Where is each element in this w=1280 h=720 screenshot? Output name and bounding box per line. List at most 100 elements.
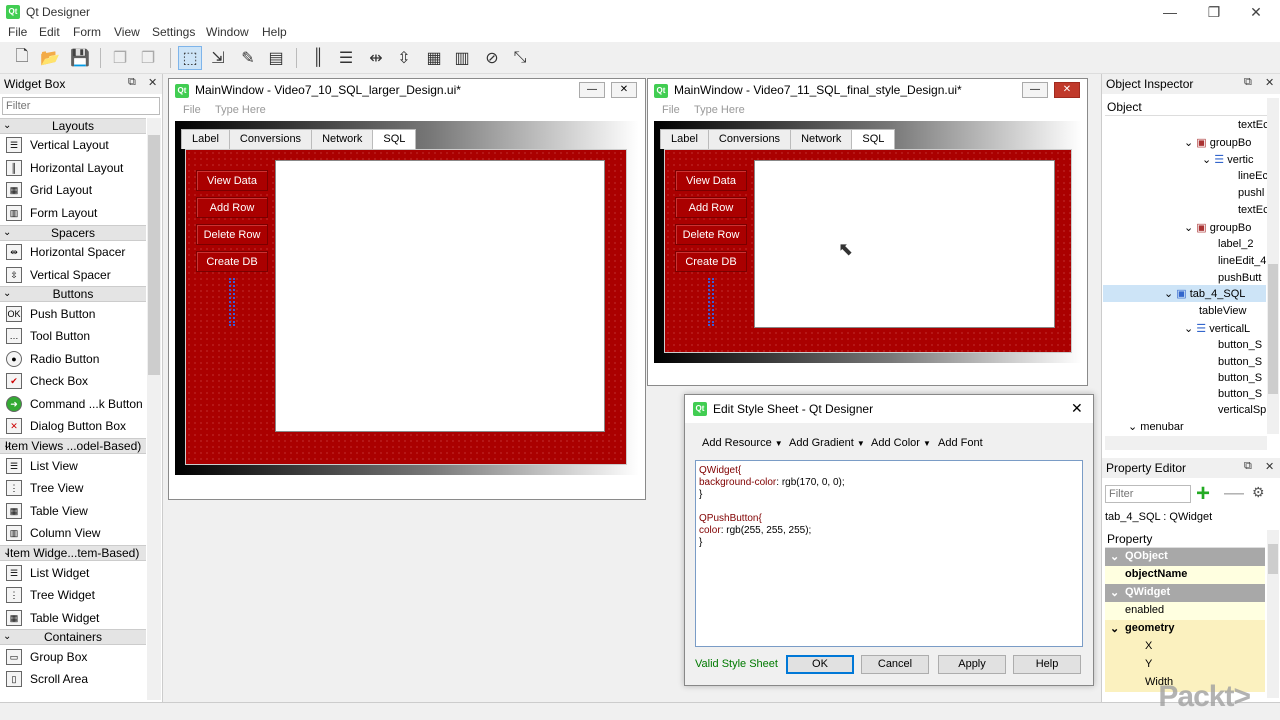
property-group-qobject[interactable]: ⌄ QObject [1105,548,1265,566]
add-gradient-menu[interactable]: Add Gradient ▼ [789,437,865,449]
widget-tool-button[interactable]: … Tool Button [4,326,146,346]
layout-vertical-icon[interactable]: ☰ [334,46,358,70]
property-filter-input[interactable] [1105,485,1191,503]
widget-tree-view[interactable]: ⋮ Tree View [4,478,146,498]
save-icon[interactable]: 💾 [68,46,92,70]
widget-tree-widget[interactable]: ⋮ Tree Widget [4,585,146,605]
close-icon[interactable]: ✕ [1071,400,1083,417]
tree-row[interactable]: verticalSp [1218,404,1266,416]
form-menu-type-here[interactable]: Type Here [694,104,745,122]
tab-sql[interactable]: SQL [851,129,896,149]
category-item-widgets[interactable]: ⌄ Item Widge...tem-Based) [0,545,146,561]
minimize-icon[interactable]: — [1150,2,1190,22]
tree-row[interactable]: button_S [1218,339,1262,351]
layout-grid-icon[interactable]: ▦ [422,46,446,70]
delete-row-button[interactable]: Delete Row [675,224,747,245]
restore-icon[interactable]: ❐ [1194,2,1234,22]
form-menu-file[interactable]: File [183,104,201,122]
widget-scroll-area[interactable]: ▯ Scroll Area [4,669,146,689]
edit-buddies-icon[interactable]: ✎ [236,46,260,70]
new-file-icon[interactable]: 🗋 [10,46,34,70]
tree-row[interactable]: ⌄ ▣ groupBo [1184,136,1251,149]
delete-row-button[interactable]: Delete Row [196,224,268,245]
layout-horizontal-icon[interactable]: ║ [306,46,330,70]
tab-network[interactable]: Network [311,129,374,149]
tree-row[interactable]: textEc [1238,204,1269,216]
add-dynamic-property-icon[interactable]: + [1196,480,1210,508]
scrollbar-thumb[interactable] [1268,544,1278,574]
tree-row[interactable]: ⌄ ☰ vertic [1202,153,1254,166]
scrollbar-thumb[interactable] [148,135,160,375]
close-icon[interactable]: ✕ [1265,76,1274,89]
menu-form[interactable]: Form [73,25,101,39]
widget-vertical-layout[interactable]: ☰ Vertical Layout [4,135,146,155]
tree-row[interactable]: pushl [1238,187,1264,199]
category-buttons[interactable]: ⌄ Buttons [0,286,146,302]
tree-row[interactable]: ⌄ menubar [1128,420,1184,433]
widget-command-link-button[interactable]: ➜ Command ...k Button [4,394,146,414]
tab-sql[interactable]: SQL [372,129,417,149]
property-geometry[interactable]: ⌄ geometry [1105,620,1265,638]
close-icon[interactable]: ✕ [148,76,157,89]
category-layouts[interactable]: ⌄ Layouts [0,118,146,134]
break-layout-icon[interactable]: ⊘ [480,46,504,70]
tree-row-selected[interactable]: ⌄ ▣ tab_4_SQL [1164,287,1245,300]
float-icon[interactable]: ⧉ [1244,460,1252,473]
tree-row[interactable]: button_S [1218,372,1262,384]
form-menu-type-here[interactable]: Type Here [215,104,266,122]
property-object-name[interactable]: objectName [1105,566,1265,584]
menu-settings[interactable]: Settings [152,25,195,39]
tree-row[interactable]: ⌄ ▣ groupBo [1184,221,1251,234]
property-enabled[interactable]: enabled [1105,602,1265,620]
vertical-spacer[interactable] [708,278,714,326]
widget-filter-input[interactable] [2,97,160,115]
tab-conversions[interactable]: Conversions [707,129,792,149]
table-view[interactable] [275,160,605,432]
adjust-size-icon[interactable]: ⤡ [508,46,532,70]
widget-grid-layout[interactable]: ▦ Grid Layout [4,180,146,200]
edit-style-sheet-dialog[interactable]: Qt Edit Style Sheet - Qt Designer ✕ Add … [684,394,1094,686]
tree-row[interactable]: tableView [1199,305,1247,317]
dialog-title-bar[interactable]: Qt Edit Style Sheet - Qt Designer ✕ [685,395,1093,423]
table-view[interactable] [754,160,1055,328]
category-spacers[interactable]: ⌄ Spacers [0,225,146,241]
widget-form-layout[interactable]: ▥ Form Layout [4,203,146,223]
configure-wrench-icon[interactable]: ⚙ [1252,484,1265,501]
open-folder-icon[interactable]: 📂 [38,46,62,70]
widget-table-widget[interactable]: ▦ Table Widget [4,608,146,628]
add-row-button[interactable]: Add Row [196,197,268,218]
ok-button[interactable]: OK [786,655,854,674]
menu-view[interactable]: View [114,25,140,39]
tab-label[interactable]: Label [181,129,230,149]
style-sheet-editor[interactable]: QWidget{ background-color: rgb(170, 0, 0… [695,460,1083,647]
add-font-menu[interactable]: Add Font [938,437,983,449]
widget-radio-button[interactable]: ● Radio Button [4,349,146,369]
property-y[interactable]: Y [1105,656,1265,674]
layout-h-splitter-icon[interactable]: ⇹ [364,46,388,70]
edit-tab-order-icon[interactable]: ▤ [264,46,288,70]
widget-check-box[interactable]: ✔ Check Box [4,371,146,391]
view-data-button[interactable]: View Data [675,170,747,191]
apply-button[interactable]: Apply [938,655,1006,674]
minimize-icon[interactable]: — [1022,82,1048,98]
menu-window[interactable]: Window [206,25,249,39]
widget-group-box[interactable]: ▭ Group Box [4,647,146,667]
scrollbar-thumb[interactable] [1268,264,1278,394]
widget-horizontal-spacer[interactable]: ⇹ Horizontal Spacer [4,242,146,262]
cancel-button[interactable]: Cancel [861,655,929,674]
form-window-1[interactable]: Qt MainWindow - Video7_10_SQL_larger_Des… [168,78,646,500]
tree-row[interactable]: pushButt [1218,272,1261,284]
property-x[interactable]: X [1105,638,1265,656]
layout-v-splitter-icon[interactable]: ⇳ [392,46,416,70]
layout-form-icon[interactable]: ▥ [450,46,474,70]
widget-table-view[interactable]: ▦ Table View [4,501,146,521]
form-menu-file[interactable]: File [662,104,680,122]
menu-help[interactable]: Help [262,25,287,39]
widget-list-view[interactable]: ☰ List View [4,456,146,476]
add-resource-menu[interactable]: Add Resource ▼ [702,437,783,449]
add-row-button[interactable]: Add Row [675,197,747,218]
close-icon[interactable]: ✕ [1236,2,1276,22]
tree-row[interactable]: label_2 [1218,238,1253,250]
tab-network[interactable]: Network [790,129,853,149]
tree-row[interactable]: lineEdit_4 [1218,255,1266,267]
